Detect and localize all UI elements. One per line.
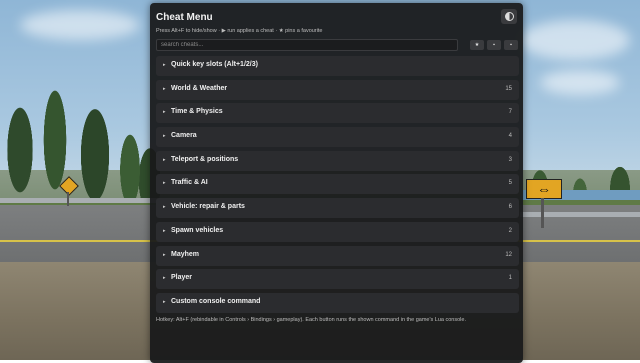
category-quick-key-slots[interactable]: ▸ Quick key slots (Alt+1/2/3) xyxy=(156,56,519,76)
star-icon: ★ xyxy=(474,42,480,48)
chevron-right-icon: ▸ xyxy=(163,156,166,163)
chevron-right-icon: ▸ xyxy=(163,85,166,92)
forest-left xyxy=(0,60,160,210)
category-label: Mayhem xyxy=(171,250,200,258)
double-arrow-sign: ⇔ xyxy=(526,179,562,199)
category-label: Player xyxy=(171,274,193,282)
chevron-right-icon: ▸ xyxy=(163,62,166,68)
chevron-right-icon: ▸ xyxy=(163,133,166,140)
category-label: Camera xyxy=(171,132,197,140)
category-label: World & Weather xyxy=(171,84,228,92)
category-traffic-ai[interactable]: ▸ Traffic & AI 5 xyxy=(156,174,519,195)
category-count: 15 xyxy=(505,85,512,92)
chevron-right-icon: ▸ xyxy=(163,227,166,234)
category-count: 3 xyxy=(508,156,512,163)
category-custom-console[interactable]: ▸ Custom console command xyxy=(156,292,519,313)
category-list: ▸ Quick key slots (Alt+1/2/3) ▸ World & … xyxy=(156,56,519,317)
category-count: 4 xyxy=(508,133,512,140)
usage-hint: Press Alt+F to hide/show · ▶ run applies… xyxy=(156,28,323,34)
square-icon: ▪ xyxy=(493,42,495,48)
category-count: 1 xyxy=(508,275,512,282)
chevron-right-icon: ▸ xyxy=(163,251,166,258)
category-count: 12 xyxy=(505,251,512,258)
category-count: 7 xyxy=(508,109,512,116)
guardrail-right xyxy=(520,212,640,217)
favourites-button[interactable]: ★ xyxy=(470,40,484,50)
category-time-physics[interactable]: ▸ Time & Physics 7 xyxy=(156,103,519,124)
category-label: Quick key slots (Alt+1/2/3) xyxy=(171,61,258,68)
chevron-right-icon: ▸ xyxy=(163,298,166,305)
category-player[interactable]: ▸ Player 1 xyxy=(156,269,519,290)
category-vehicle-repair[interactable]: ▸ Vehicle: repair & parts 6 xyxy=(156,198,519,219)
square-icon: ▪ xyxy=(510,42,512,48)
search-input[interactable] xyxy=(156,39,458,51)
cheat-menu-panel: Cheat Menu Press Alt+F to hide/show · ▶ … xyxy=(150,3,523,363)
expand-button[interactable]: ▪ xyxy=(504,40,518,50)
chevron-right-icon: ▸ xyxy=(163,180,166,187)
category-label: Traffic & AI xyxy=(171,179,208,187)
category-count: 6 xyxy=(508,204,512,211)
category-mayhem[interactable]: ▸ Mayhem 12 xyxy=(156,245,519,266)
category-count: 2 xyxy=(508,227,512,234)
category-spawn-vehicles[interactable]: ▸ Spawn vehicles 2 xyxy=(156,221,519,242)
footer-hint: Hotkey: Alt+F (rebindable in Controls › … xyxy=(156,317,466,323)
category-label: Teleport & positions xyxy=(171,155,239,163)
category-label: Custom console command xyxy=(171,297,261,305)
category-world-weather[interactable]: ▸ World & Weather 15 xyxy=(156,79,519,100)
half-circle-icon xyxy=(504,12,514,21)
category-label: Spawn vehicles xyxy=(171,226,224,234)
category-teleport[interactable]: ▸ Teleport & positions 3 xyxy=(156,150,519,171)
chevron-right-icon: ▸ xyxy=(163,204,166,211)
menu-title: Cheat Menu xyxy=(156,12,213,23)
chevron-right-icon: ▸ xyxy=(163,275,166,282)
category-camera[interactable]: ▸ Camera 4 xyxy=(156,127,519,148)
category-label: Vehicle: repair & parts xyxy=(171,203,245,211)
chevron-right-icon: ▸ xyxy=(163,109,166,116)
theme-toggle-button[interactable] xyxy=(501,9,517,24)
collapse-button[interactable]: ▪ xyxy=(487,40,501,50)
category-count: 5 xyxy=(508,180,512,187)
guardrail-left xyxy=(0,198,160,203)
category-label: Time & Physics xyxy=(171,108,223,116)
